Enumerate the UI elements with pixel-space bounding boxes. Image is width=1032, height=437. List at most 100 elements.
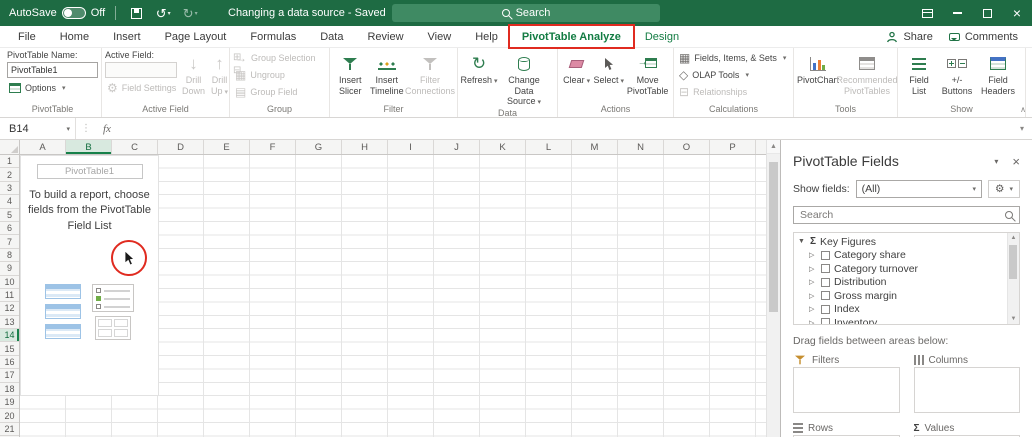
tree-scroll-down-icon[interactable]: ▼ bbox=[1011, 316, 1017, 322]
save-button[interactable] bbox=[126, 3, 146, 23]
tab-page-layout[interactable]: Page Layout bbox=[153, 26, 239, 47]
scroll-up-icon[interactable]: ▲ bbox=[767, 140, 780, 154]
expand-icon[interactable]: ▷ bbox=[809, 251, 817, 259]
row-header-13[interactable]: 13 bbox=[0, 316, 19, 330]
collapse-ribbon-icon[interactable]: ∧ bbox=[1020, 105, 1026, 114]
row-header-4[interactable]: 4 bbox=[0, 195, 19, 209]
row-header-9[interactable]: 9 bbox=[0, 262, 19, 276]
fields-items-sets-button[interactable]: ▦ Fields, Items, & Sets ▾ bbox=[677, 50, 788, 66]
expand-icon[interactable]: ▷ bbox=[809, 305, 817, 313]
drill-up-button[interactable]: ↑ Drill Up ▾ bbox=[210, 50, 229, 97]
column-header-M[interactable]: M bbox=[572, 140, 618, 154]
relationships-button[interactable]: ⊟ Relationships bbox=[677, 84, 749, 100]
fields-search-input[interactable]: Search bbox=[793, 206, 1020, 224]
autosave-toggle[interactable]: AutoSave Off bbox=[9, 7, 105, 19]
field-headers-button[interactable]: Field Headers bbox=[977, 50, 1019, 96]
share-button[interactable]: Share bbox=[886, 31, 933, 43]
plusminus-buttons-button[interactable]: +/- Buttons bbox=[937, 50, 977, 96]
clear-button[interactable]: Clear ▾ bbox=[561, 50, 592, 86]
row-header-6[interactable]: 6 bbox=[0, 222, 19, 236]
column-header-K[interactable]: K bbox=[480, 140, 526, 154]
column-header-A[interactable]: A bbox=[20, 140, 66, 154]
column-header-B[interactable]: B bbox=[66, 140, 112, 154]
tools-gear-button[interactable]: ⚙ ▾ bbox=[988, 180, 1020, 198]
select-button[interactable]: Select ▾ bbox=[592, 50, 625, 86]
row-header-10[interactable]: 10 bbox=[0, 276, 19, 289]
field-item[interactable]: ▷ Category share bbox=[798, 249, 1003, 263]
tab-design[interactable]: Design bbox=[633, 26, 691, 47]
insert-timeline-button[interactable]: Insert Timeline bbox=[368, 50, 406, 96]
pane-close-icon[interactable]: × bbox=[1012, 155, 1020, 168]
redo-button[interactable]: ↻ ▾ bbox=[180, 3, 200, 23]
row-header-12[interactable]: 12 bbox=[0, 302, 19, 316]
show-fields-dropdown[interactable]: (All) ▾ bbox=[855, 180, 982, 198]
pane-options-caret-icon[interactable]: ▾ bbox=[994, 157, 998, 166]
field-root-row[interactable]: ▼ Σ Key Figures bbox=[798, 235, 1003, 249]
tab-insert[interactable]: Insert bbox=[101, 26, 153, 47]
row-header-21[interactable]: 21 bbox=[0, 423, 19, 437]
formula-input[interactable] bbox=[117, 118, 1012, 139]
field-item[interactable]: ▷ Distribution bbox=[798, 276, 1003, 290]
insert-function-button[interactable]: fx bbox=[96, 123, 118, 135]
field-checkbox[interactable] bbox=[821, 304, 830, 314]
field-checkbox[interactable] bbox=[821, 318, 830, 324]
maximize-button[interactable] bbox=[972, 0, 1002, 26]
expand-icon[interactable]: ▷ bbox=[809, 278, 817, 286]
close-button[interactable]: × bbox=[1002, 0, 1032, 26]
expand-icon[interactable]: ▷ bbox=[809, 265, 817, 273]
collapse-icon[interactable]: ▼ bbox=[798, 238, 806, 245]
column-header-J[interactable]: J bbox=[434, 140, 480, 154]
group-selection-button[interactable]: → Group Selection bbox=[233, 50, 318, 66]
search-box[interactable]: Search bbox=[392, 4, 660, 22]
column-header-N[interactable]: N bbox=[618, 140, 664, 154]
field-checkbox[interactable] bbox=[821, 264, 830, 274]
column-header-C[interactable]: C bbox=[112, 140, 158, 154]
insert-slicer-button[interactable]: Insert Slicer bbox=[333, 50, 368, 96]
minimize-button[interactable] bbox=[942, 0, 972, 26]
field-checkbox[interactable] bbox=[821, 291, 830, 301]
row-header-2[interactable]: 2 bbox=[0, 168, 19, 182]
field-checkbox[interactable] bbox=[821, 277, 830, 287]
row-header-7[interactable]: 7 bbox=[0, 235, 19, 249]
row-header-18[interactable]: 18 bbox=[0, 383, 19, 397]
tab-file[interactable]: File bbox=[6, 26, 48, 47]
recommended-pivottables-button[interactable]: Recommended PivotTables bbox=[836, 50, 898, 96]
field-item[interactable]: ▷ Inventory bbox=[798, 316, 1003, 324]
row-header-8[interactable]: 8 bbox=[0, 249, 19, 263]
row-header-1[interactable]: 1 bbox=[0, 155, 19, 169]
filters-area-dropzone[interactable] bbox=[793, 367, 900, 413]
row-header-14[interactable]: 14 bbox=[0, 329, 19, 343]
filter-connections-button[interactable]: Filter Connections bbox=[405, 50, 455, 96]
row-header-15[interactable]: 15 bbox=[0, 342, 19, 356]
ribbon-display-options-button[interactable] bbox=[912, 0, 942, 26]
column-header-H[interactable]: H bbox=[342, 140, 388, 154]
undo-button[interactable]: ↺ ▾ bbox=[153, 3, 173, 23]
row-header-17[interactable]: 17 bbox=[0, 369, 19, 383]
row-header-11[interactable]: 11 bbox=[0, 289, 19, 303]
tab-formulas[interactable]: Formulas bbox=[238, 26, 308, 47]
ungroup-button[interactable]: ▦ Ungroup bbox=[233, 67, 287, 83]
pivottable-name-input[interactable] bbox=[7, 62, 98, 78]
field-item[interactable]: ▷ Gross margin bbox=[798, 289, 1003, 303]
expand-icon[interactable]: ▷ bbox=[809, 292, 817, 300]
field-item[interactable]: ▷ Index bbox=[798, 303, 1003, 317]
comments-button[interactable]: Comments bbox=[948, 31, 1018, 43]
vertical-scrollbar[interactable]: ▲ bbox=[766, 140, 780, 437]
row-header-5[interactable]: 5 bbox=[0, 209, 19, 222]
field-checkbox[interactable] bbox=[821, 250, 830, 260]
tab-view[interactable]: View bbox=[416, 26, 464, 47]
columns-area-dropzone[interactable] bbox=[913, 367, 1020, 413]
olap-tools-button[interactable]: ◇ OLAP Tools ▾ bbox=[677, 67, 751, 83]
row-header-16[interactable]: 16 bbox=[0, 356, 19, 370]
options-button[interactable]: Options ▾ bbox=[7, 80, 68, 96]
tab-review[interactable]: Review bbox=[355, 26, 415, 47]
row-header-20[interactable]: 20 bbox=[0, 409, 19, 423]
tab-pivottable-analyze[interactable]: PivotTable Analyze bbox=[510, 26, 633, 47]
column-header-D[interactable]: D bbox=[158, 140, 204, 154]
column-header-G[interactable]: G bbox=[296, 140, 342, 154]
scrollbar-thumb[interactable] bbox=[769, 162, 778, 312]
group-field-button[interactable]: ▤ Group Field bbox=[233, 84, 299, 100]
column-header-P[interactable]: P bbox=[710, 140, 756, 154]
refresh-button[interactable]: ↻ Refresh ▾ bbox=[460, 50, 497, 86]
expand-icon[interactable]: ▷ bbox=[809, 319, 817, 324]
